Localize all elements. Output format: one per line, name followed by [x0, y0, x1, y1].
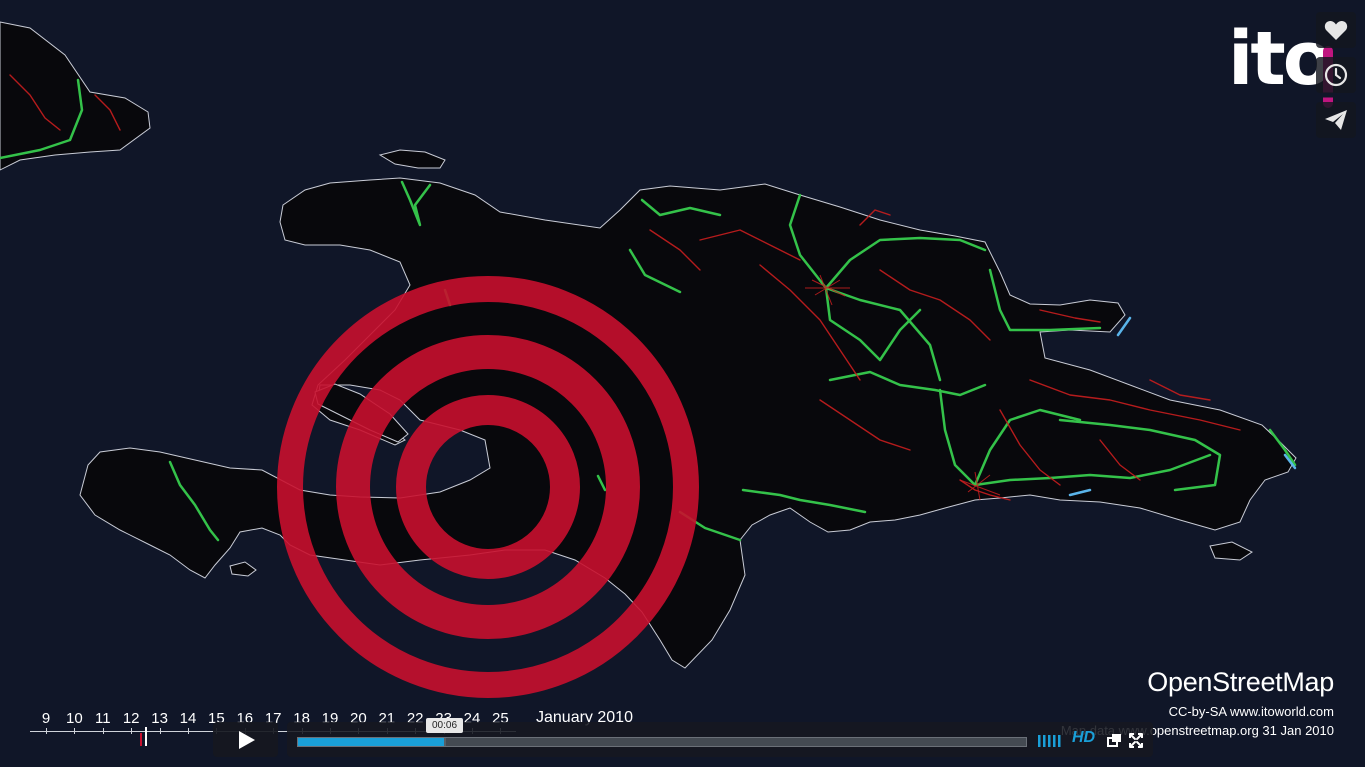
clock-icon [1324, 63, 1348, 87]
heart-icon [1324, 20, 1348, 40]
play-icon [238, 730, 255, 749]
timeline-day-label: 13 [151, 710, 168, 727]
progress-played [298, 738, 445, 746]
timeline-day-label: 10 [66, 710, 83, 727]
play-button[interactable] [213, 722, 278, 757]
timeline-day-label: 11 [95, 710, 111, 727]
fullscreen-icon[interactable] [1128, 729, 1144, 749]
license-text: CC-by-SA www.itoworld.com [1168, 704, 1334, 719]
timeline-tick [188, 728, 189, 734]
paper-plane-icon [1325, 110, 1347, 130]
openstreetmap-title: OpenStreetMap [1147, 667, 1334, 697]
earthquake-event-marker [139, 733, 142, 746]
time-tooltip: 00:06 [426, 718, 463, 733]
share-button[interactable] [1316, 102, 1356, 138]
land-cuba [0, 21, 151, 171]
timeline-current-date-cursor [145, 727, 148, 746]
timeline-day-label: 12 [122, 710, 140, 727]
like-button[interactable] [1316, 12, 1356, 48]
timeline-tick [46, 728, 47, 734]
timeline-tick [102, 728, 104, 734]
map-view [0, 21, 1297, 698]
timeline-day-label: 9 [41, 710, 51, 727]
land-ile-a-vache [229, 561, 257, 577]
hd-toggle[interactable]: HD [1072, 729, 1095, 747]
timeline-day-label: 14 [179, 710, 197, 727]
land-saona [1209, 541, 1253, 561]
timeline-tick [159, 728, 161, 734]
progress-bar[interactable] [297, 737, 1027, 747]
timeline-tick [74, 728, 76, 734]
timeline-tick [131, 728, 133, 734]
land-tortuga [378, 149, 446, 169]
popout-icon[interactable] [1107, 729, 1123, 749]
watch-later-button[interactable] [1316, 57, 1356, 93]
volume-icon[interactable] [1038, 729, 1062, 749]
player-control-bar: HD [287, 722, 1153, 757]
